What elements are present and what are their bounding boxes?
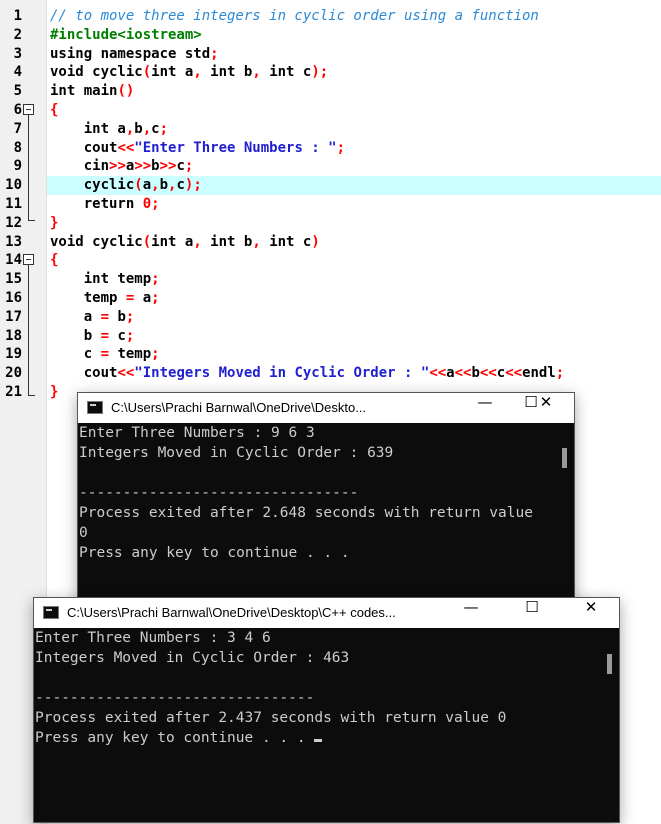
- console-output: Enter Three Numbers : 3 4 6 Integers Move…: [34, 628, 619, 822]
- window-title: C:\Users\Prachi Barnwal\OneDrive\Deskto.…: [111, 400, 367, 415]
- code-line[interactable]: 2 #include<iostream>: [0, 26, 661, 45]
- console-line: Press any key to continue . . .: [79, 545, 350, 561]
- console-output: Enter Three Numbers : 9 6 3 Integers Move…: [78, 423, 574, 607]
- console-window-1[interactable]: C:\Users\Prachi Barnwal\OneDrive\Deskto.…: [77, 392, 575, 608]
- line-number: 21: [5, 384, 22, 400]
- console-titlebar[interactable]: C:\Users\Prachi Barnwal\OneDrive\Desktop…: [34, 598, 619, 628]
- code-text[interactable]: #include<iostream>: [50, 26, 202, 45]
- console-line: --------------------------------: [35, 690, 315, 706]
- code-line[interactable]: 12}: [0, 214, 661, 233]
- code-text[interactable]: void cyclic(int a, int b, int c): [50, 233, 320, 252]
- line-number: 16: [5, 290, 22, 306]
- code-text[interactable]: b = c;: [50, 327, 135, 346]
- line-number: 3: [13, 45, 22, 62]
- code-line[interactable]: 7 int a,b,c;: [0, 120, 661, 139]
- console-line: Integers Moved in Cyclic Order : 463: [35, 650, 350, 666]
- line-number: 17: [5, 308, 22, 325]
- console-line: 0: [79, 525, 88, 541]
- fold-toggle-icon[interactable]: [23, 254, 34, 265]
- window-title: C:\Users\Prachi Barnwal\OneDrive\Desktop…: [67, 605, 396, 620]
- code-text[interactable]: }: [50, 214, 58, 233]
- minimize-icon[interactable]: —: [448, 598, 494, 628]
- console-line: Process exited after 2.437 seconds with …: [35, 710, 507, 726]
- console-line: Integers Moved in Cyclic Order : 639: [79, 445, 394, 461]
- code-text[interactable]: {: [50, 101, 58, 120]
- line-number: 12: [5, 214, 22, 231]
- console-titlebar[interactable]: C:\Users\Prachi Barnwal\OneDrive\Deskto.…: [78, 393, 574, 423]
- close-icon[interactable]: ✕: [536, 393, 556, 423]
- code-text[interactable]: {: [50, 251, 58, 270]
- code-line[interactable]: 18 b = c;: [0, 327, 661, 346]
- code-text[interactable]: int main(): [50, 82, 134, 101]
- line-number: 7: [13, 120, 22, 137]
- line-number: 9: [13, 158, 22, 175]
- code-line[interactable]: 4 void cyclic(int a, int b, int c);: [0, 63, 661, 82]
- code-line[interactable]: 13 void cyclic(int a, int b, int c): [0, 233, 661, 252]
- line-number: 4: [13, 64, 22, 81]
- code-text[interactable]: cyclic(a,b,c);: [50, 176, 202, 195]
- code-text[interactable]: void cyclic(int a, int b, int c);: [50, 63, 328, 82]
- code-line[interactable]: 9 cin>>a>>b>>c;: [0, 157, 661, 176]
- fold-end: [28, 387, 35, 396]
- code-line[interactable]: 17 a = b;: [0, 308, 661, 327]
- code-text[interactable]: return 0;: [50, 195, 160, 214]
- code-text[interactable]: using namespace std;: [50, 45, 219, 64]
- code-line[interactable]: 15 int temp;: [0, 270, 661, 289]
- console-line: --------------------------------: [79, 485, 359, 501]
- fold-line: [28, 265, 29, 387]
- console-line: Press any key to continue . . .: [35, 728, 619, 748]
- line-number: 8: [13, 139, 22, 156]
- minimize-icon[interactable]: —: [462, 393, 508, 423]
- code-text[interactable]: c = temp;: [50, 345, 160, 364]
- code-text[interactable]: cout<<"Enter Three Numbers : ";: [50, 139, 345, 158]
- code-line[interactable]: 8 cout<<"Enter Three Numbers : ";: [0, 139, 661, 158]
- scrollbar-thumb[interactable]: [607, 654, 612, 674]
- console-window-2[interactable]: C:\Users\Prachi Barnwal\OneDrive\Desktop…: [33, 597, 620, 823]
- code-line[interactable]: 6{: [0, 101, 661, 120]
- line-number: 19: [5, 346, 22, 363]
- line-number: 14: [5, 252, 22, 269]
- console-app-icon: [43, 606, 59, 619]
- console-line: Enter Three Numbers : 9 6 3: [79, 425, 315, 441]
- code-text[interactable]: }: [50, 383, 58, 402]
- fold-line: [28, 115, 29, 212]
- code-text[interactable]: int a,b,c;: [50, 120, 168, 139]
- code-line[interactable]: 5 int main(): [0, 82, 661, 101]
- line-number: 5: [13, 83, 22, 100]
- maximize-icon[interactable]: ☐: [509, 598, 555, 628]
- code-text[interactable]: temp = a;: [50, 289, 160, 308]
- code-line[interactable]: 14 {: [0, 251, 661, 270]
- close-icon[interactable]: ✕: [568, 598, 614, 628]
- code-text[interactable]: cout<<"Integers Moved in Cyclic Order : …: [50, 364, 565, 383]
- console-app-icon: [87, 401, 103, 414]
- line-number: 6: [13, 102, 22, 118]
- code-line[interactable]: 11 return 0;: [0, 195, 661, 214]
- code-text[interactable]: a = b;: [50, 308, 135, 327]
- fold-end: [28, 212, 35, 221]
- code-line[interactable]: 3 using namespace std;: [0, 45, 661, 64]
- console-line: Process exited after 2.648 seconds with …: [79, 505, 533, 521]
- code-text[interactable]: int temp;: [50, 270, 160, 289]
- code-line[interactable]: 1 // to move three integers in cyclic ord…: [0, 7, 661, 26]
- code-line[interactable]: 16 temp = a;: [0, 289, 661, 308]
- line-number: 11: [5, 196, 22, 212]
- line-number: 10: [5, 177, 22, 194]
- scrollbar-thumb[interactable]: [562, 448, 567, 468]
- text-cursor: [314, 739, 323, 742]
- code-line[interactable]: 20 cout<<"Integers Moved in Cyclic Order…: [0, 364, 661, 383]
- code-line[interactable]: 10 cyclic(a,b,c);: [0, 176, 661, 196]
- line-number: 2: [13, 26, 22, 43]
- console-line: Enter Three Numbers : 3 4 6: [35, 630, 271, 646]
- fold-toggle-icon[interactable]: [23, 104, 34, 115]
- code-line[interactable]: 19 c = temp;: [0, 345, 661, 364]
- line-number: 20: [5, 365, 22, 382]
- code-text[interactable]: // to move three integers in cyclic orde…: [50, 7, 539, 26]
- code-text[interactable]: cin>>a>>b>>c;: [50, 157, 194, 176]
- line-number: 18: [5, 327, 22, 344]
- line-number: 13: [5, 233, 22, 250]
- line-number: 15: [5, 271, 22, 288]
- line-number: 1: [13, 8, 22, 24]
